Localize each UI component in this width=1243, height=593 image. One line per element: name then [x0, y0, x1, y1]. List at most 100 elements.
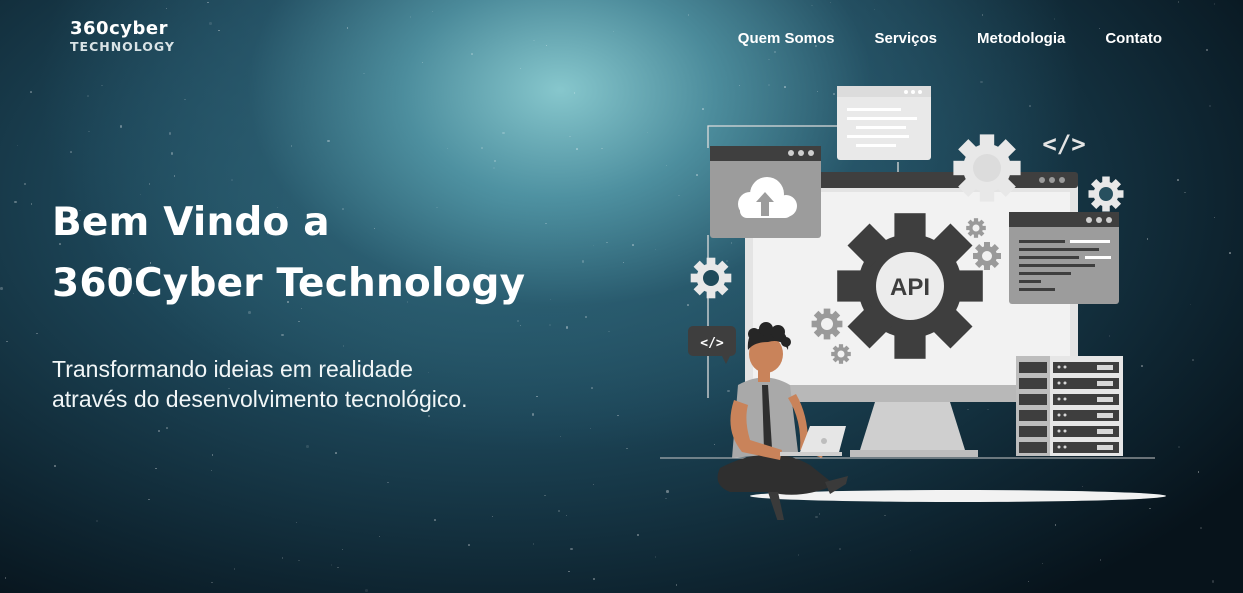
star-dot — [330, 564, 333, 566]
star-dot — [839, 548, 841, 550]
star-dot — [298, 320, 300, 323]
star-dot — [559, 435, 562, 438]
star-dot — [409, 16, 412, 18]
star-dot — [14, 200, 17, 204]
star-dot — [516, 319, 520, 323]
code-window-top — [837, 86, 931, 160]
star-dot — [636, 533, 640, 537]
star-dot — [421, 61, 424, 64]
star-dot — [544, 494, 546, 497]
star-dot — [70, 151, 72, 153]
hero-title: Bem Vindo a 360Cyber Technology — [52, 192, 525, 314]
star-dot — [675, 584, 678, 586]
star-dot — [606, 241, 608, 244]
brand-logo[interactable]: 360cyber TECHNOLOGY — [70, 20, 175, 54]
star-dot — [4, 577, 7, 579]
star-dot — [591, 387, 593, 389]
star-dot — [589, 427, 592, 430]
star-dot — [1213, 216, 1216, 219]
star-dot — [209, 22, 212, 25]
star-dot — [210, 469, 213, 472]
star-dot — [468, 544, 470, 546]
star-dot — [23, 182, 27, 186]
star-dot — [1053, 18, 1056, 20]
star-dot — [829, 1, 832, 4]
star-dot — [592, 577, 596, 581]
star-dot — [811, 4, 813, 7]
star-dot — [431, 10, 434, 13]
star-dot — [565, 514, 568, 517]
nav-item-metodologia[interactable]: Metodologia — [977, 30, 1065, 47]
api-label: API — [890, 274, 930, 301]
star-dot — [612, 30, 615, 33]
star-dot — [493, 167, 495, 169]
star-dot — [207, 1, 209, 4]
star-dot — [592, 483, 595, 486]
star-dot — [337, 566, 339, 569]
star-dot — [231, 179, 233, 181]
star-dot — [687, 14, 690, 16]
star-dot — [592, 244, 595, 247]
star-dot — [909, 549, 912, 552]
star-dot — [365, 589, 368, 592]
star-dot — [119, 125, 123, 128]
star-dot — [53, 464, 57, 468]
star-dot — [584, 315, 587, 319]
star-dot — [549, 324, 551, 326]
star-dot — [502, 131, 505, 135]
star-dot — [363, 72, 365, 75]
star-dot — [327, 139, 330, 143]
star-dot — [617, 414, 619, 417]
star-dot — [211, 581, 213, 583]
star-dot — [873, 8, 876, 11]
star-dot — [184, 98, 186, 101]
star-dot — [981, 14, 984, 16]
star-dot — [570, 547, 573, 551]
star-dot — [95, 519, 99, 523]
nav-item-contato[interactable]: Contato — [1105, 30, 1162, 47]
star-dot — [646, 131, 649, 134]
star-dot — [295, 521, 298, 524]
star-dot — [1054, 524, 1056, 526]
star-dot — [1027, 580, 1030, 583]
star-dot — [1178, 446, 1180, 448]
brand-logo-line2: TECHNOLOGY — [70, 39, 175, 54]
star-dot — [608, 330, 610, 333]
star-dot — [434, 519, 436, 521]
star-dot — [1099, 559, 1102, 561]
hero-title-line2: 360Cyber Technology — [52, 261, 526, 306]
star-dot — [0, 287, 3, 290]
star-dot — [87, 95, 89, 97]
star-dot — [632, 244, 634, 246]
star-dot — [545, 222, 547, 225]
star-dot — [601, 147, 603, 150]
star-dot — [1177, 179, 1179, 181]
hero-subtitle-line1: Transformando ideias em realidade — [52, 356, 413, 382]
nav-item-quem-somos[interactable]: Quem Somos — [738, 30, 835, 47]
star-dot — [536, 395, 538, 398]
svg-text:</>: </> — [700, 336, 724, 351]
star-dot — [346, 27, 349, 29]
star-dot — [471, 53, 473, 55]
star-dot — [170, 152, 174, 155]
star-dot — [446, 147, 449, 150]
star-dot — [157, 429, 161, 433]
star-dot — [1041, 562, 1044, 565]
nav-item-servicos[interactable]: Serviços — [874, 30, 937, 47]
star-dot — [797, 554, 800, 556]
cloud-upload-window — [710, 146, 821, 238]
star-dot — [654, 556, 657, 558]
star-dot — [30, 203, 33, 205]
star-dot — [1192, 359, 1194, 361]
star-dot — [101, 84, 103, 87]
star-dot — [491, 515, 494, 518]
star-dot — [281, 333, 284, 337]
star-dot — [155, 467, 157, 470]
hero-subtitle-line2: através do desenvolvimento tecnológico. — [52, 386, 468, 412]
main-nav: Quem Somos Serviços Metodologia Contato — [738, 30, 1162, 47]
star-dot — [576, 148, 578, 150]
code-window-right — [1009, 212, 1119, 304]
star-dot — [568, 570, 570, 573]
star-dot — [218, 29, 220, 32]
star-dot — [622, 261, 625, 264]
